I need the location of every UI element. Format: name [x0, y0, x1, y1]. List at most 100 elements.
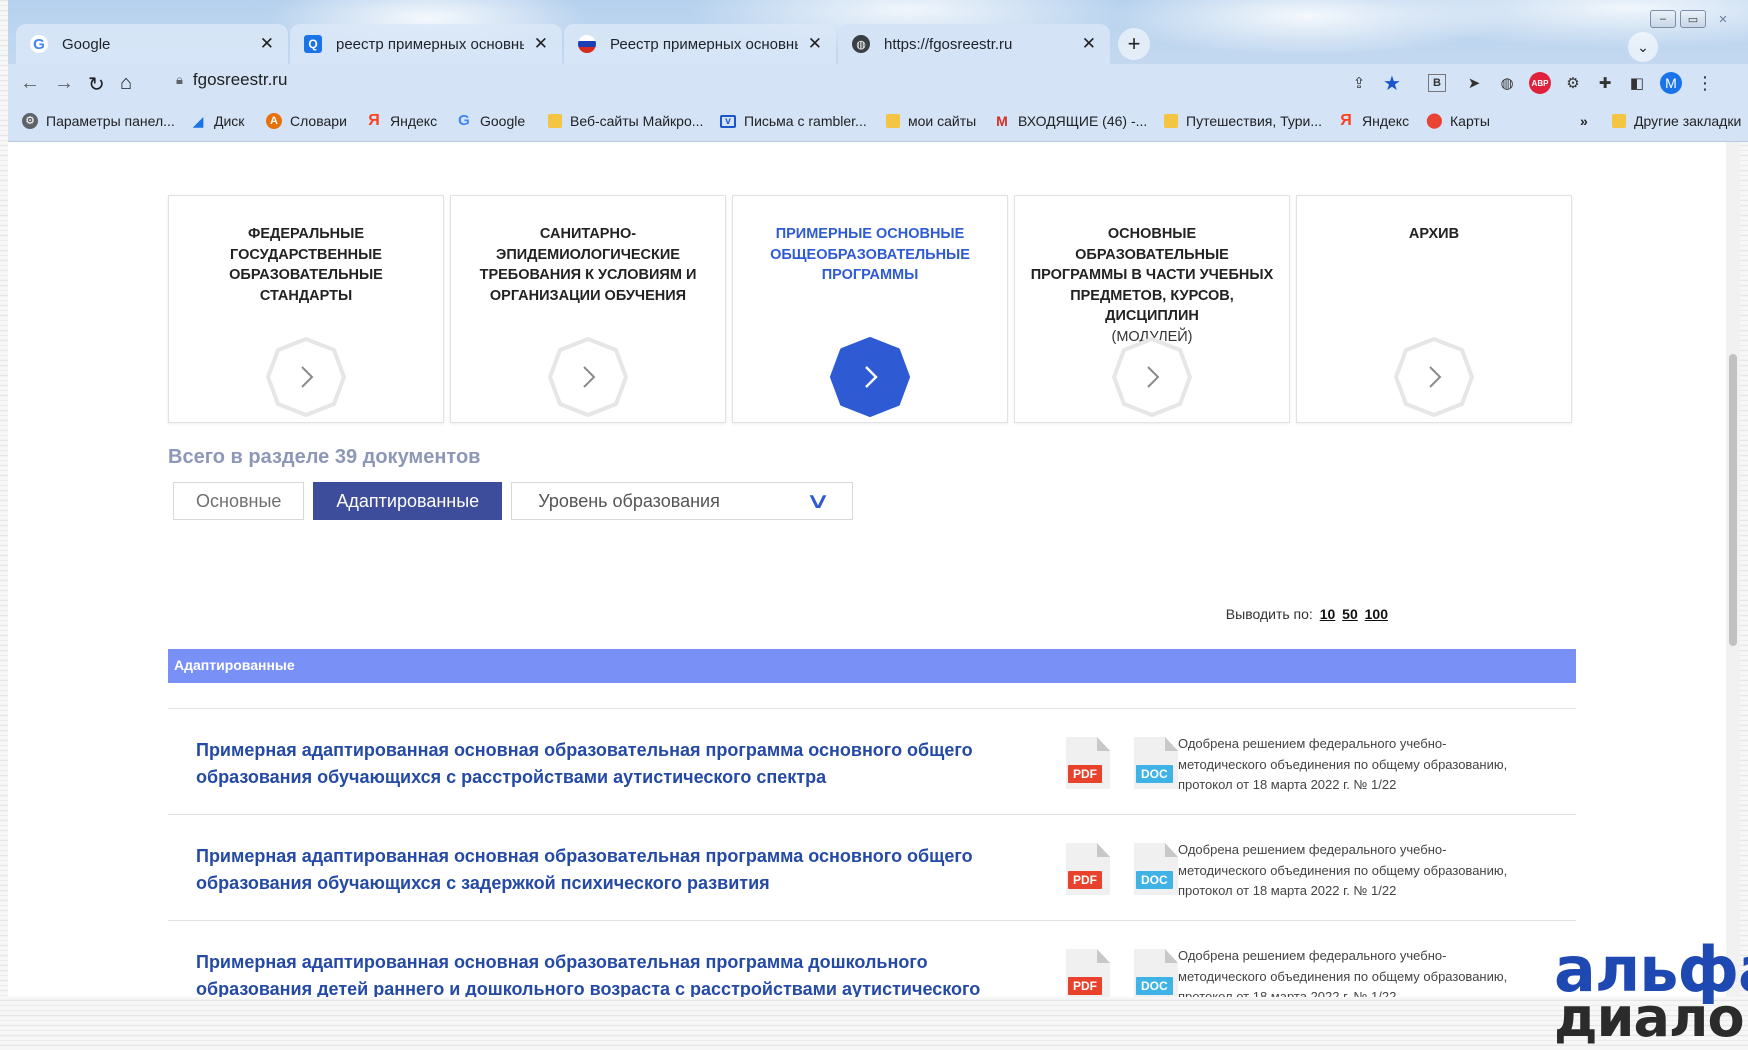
per-page-100-link[interactable]: 100 [1365, 606, 1388, 622]
per-page-10-link[interactable]: 10 [1320, 606, 1336, 622]
folder-icon [1612, 114, 1626, 128]
bookmark-item[interactable]: G Google [456, 113, 525, 130]
page-scrollbar[interactable] [1726, 142, 1740, 997]
disk-icon: ◢ [192, 113, 204, 129]
menu-icon[interactable]: ⋮ [1694, 72, 1716, 94]
profile-avatar[interactable]: M [1660, 72, 1682, 94]
bookmark-item[interactable]: M ВХОДЯЩИЕ (46) -... [994, 113, 1147, 129]
per-page-control: Выводить по: 10 50 100 [1226, 606, 1388, 622]
yandex-icon: Я [1340, 112, 1352, 129]
address-bar[interactable]: 🔒︎ fgosreestr.ru [176, 70, 287, 90]
document-list: Примерная адаптированная основная образо… [168, 708, 1576, 997]
extension-globe-icon[interactable]: ◍ [1496, 72, 1518, 94]
russia-flag-icon [578, 35, 596, 53]
category-card-fgos[interactable]: ФЕДЕРАЛЬНЫЕ ГОСУДАРСТВЕННЫЕ ОБРАЗОВАТЕЛЬ… [168, 195, 444, 423]
scrollbar-thumb[interactable] [1729, 354, 1737, 646]
arrow-right-icon[interactable] [547, 336, 629, 418]
pdf-download-icon[interactable]: PDF [1066, 949, 1112, 997]
bookmark-item[interactable]: мои сайты [886, 113, 976, 129]
bookmark-item[interactable]: Я Яндекс [1338, 112, 1409, 130]
reload-icon[interactable]: ↻ [88, 72, 105, 97]
yandex-icon: Я [368, 112, 380, 129]
maps-icon: ⬤ [1426, 112, 1443, 129]
education-level-select[interactable]: Уровень образования ∨ [511, 482, 854, 520]
bookmark-item[interactable]: ⬤ Карты [1426, 112, 1490, 130]
browser-tab-search[interactable]: Q реестр примерных основных об ✕ [290, 24, 562, 64]
adblock-plus-icon[interactable]: ABP [1529, 72, 1551, 94]
extension-cursor-icon[interactable]: ➤ [1463, 72, 1485, 94]
bookmark-item[interactable]: Веб-сайты Майкро... [548, 113, 703, 129]
home-icon[interactable]: ⌂ [120, 72, 132, 95]
minimize-icon[interactable]: – [1650, 10, 1676, 28]
document-title-link[interactable]: Примерная адаптированная основная образо… [196, 949, 1016, 997]
doc-download-icon[interactable]: DOC [1134, 737, 1180, 789]
bookmark-item[interactable]: ◢ Диск [190, 113, 245, 129]
document-title-link[interactable]: Примерная адаптированная основная образо… [196, 737, 1016, 791]
tab-title: реестр примерных основных об [336, 35, 524, 53]
lock-icon: 🔒︎ [176, 72, 183, 87]
more-bookmarks-icon[interactable]: » [1580, 113, 1588, 129]
category-card-archive[interactable]: АРХИВ [1296, 195, 1572, 423]
arrow-right-icon[interactable] [1393, 336, 1475, 418]
arrow-right-icon[interactable] [265, 336, 347, 418]
category-card-subject-programs[interactable]: ОСНОВНЫЕ ОБРАЗОВАТЕЛЬНЫЕ ПРОГРАММЫ В ЧАС… [1014, 195, 1290, 423]
bookmark-item[interactable]: A Словари [266, 113, 347, 129]
pdf-download-icon[interactable]: PDF [1066, 843, 1112, 895]
pdf-label: PDF [1068, 765, 1102, 783]
section-header: Адаптированные [168, 649, 1576, 683]
filter-main-button[interactable]: Основные [173, 482, 305, 520]
close-tab-icon[interactable]: ✕ [534, 34, 548, 54]
document-count: Всего в разделе 39 документов [168, 446, 481, 468]
other-bookmarks[interactable]: Другие закладки [1612, 113, 1741, 129]
card-title: ФЕДЕРАЛЬНЫЕ ГОСУДАРСТВЕННЫЕ ОБРАЗОВАТЕЛЬ… [229, 226, 383, 304]
folder-icon [548, 114, 562, 128]
browser-tab-registry[interactable]: Реестр примерных основных ад ✕ [564, 24, 836, 64]
doc-download-icon[interactable]: DOC [1134, 949, 1180, 997]
bookmark-star-icon[interactable]: ★ [1381, 72, 1403, 95]
doc-label: DOC [1136, 871, 1173, 889]
settings-icon: ⚙ [22, 113, 38, 129]
mail-icon: v [720, 114, 736, 128]
search-icon: Q [304, 35, 322, 53]
browser-tab-fgosreestr[interactable]: ◍ https://fgosreestr.ru ✕ [838, 24, 1110, 64]
browser-tab-google[interactable]: G Google ✕ [16, 24, 288, 64]
back-icon[interactable]: ← [20, 72, 40, 95]
close-tab-icon[interactable]: ✕ [808, 34, 822, 54]
tab-title: https://fgosreestr.ru [884, 35, 1013, 53]
filter-adapted-button[interactable]: Адаптированные [313, 482, 503, 520]
forward-icon[interactable]: → [54, 72, 74, 95]
close-tab-icon[interactable]: ✕ [1082, 34, 1096, 54]
share-icon[interactable]: ⇪ [1348, 72, 1370, 94]
bookmark-item[interactable]: ⚙ Параметры панел... [22, 113, 175, 129]
arrow-right-icon[interactable] [829, 336, 911, 418]
browser-toolbar: ← → ↻ ⌂ 🔒︎ fgosreestr.ru ⇪ ★ B ➤ ◍ ABP ⚙… [8, 64, 1748, 104]
window-controls: – ▭ ✕ [1650, 10, 1736, 28]
extensions-puzzle-icon[interactable]: ✚ [1594, 72, 1616, 94]
folder-icon [1164, 114, 1178, 128]
document-title-link[interactable]: Примерная адаптированная основная образо… [196, 843, 1016, 897]
bookmark-item[interactable]: v Письма с rambler... [720, 113, 867, 129]
category-card-sanpin[interactable]: САНИТАРНО-ЭПИДЕМИОЛОГИЧЕСКИЕ ТРЕБОВАНИЯ … [450, 195, 726, 423]
logo-line-2: диалог [1554, 985, 1748, 1049]
pdf-download-icon[interactable]: PDF [1066, 737, 1112, 789]
maximize-icon[interactable]: ▭ [1680, 10, 1706, 28]
bookmark-item[interactable]: Я Яндекс [366, 112, 437, 130]
arrow-right-icon[interactable] [1111, 336, 1193, 418]
per-page-label: Выводить по: [1225, 606, 1313, 622]
per-page-50-link[interactable]: 50 [1342, 606, 1358, 622]
side-panel-icon[interactable]: ◧ [1626, 72, 1648, 94]
category-card-programs[interactable]: ПРИМЕРНЫЕ ОСНОВНЫЕ ОБЩЕОБРАЗОВАТЕЛЬНЫЕ П… [732, 195, 1008, 423]
extension-b-icon[interactable]: B [1428, 74, 1446, 92]
web-page: ФЕДЕРАЛЬНЫЕ ГОСУДАРСТВЕННЫЕ ОБРАЗОВАТЕЛЬ… [8, 142, 1740, 997]
pdf-label: PDF [1068, 977, 1102, 995]
close-window-icon[interactable]: ✕ [1710, 10, 1736, 28]
tab-search-chevron-icon[interactable]: ⌄ [1628, 32, 1658, 62]
doc-download-icon[interactable]: DOC [1134, 843, 1180, 895]
google-icon: G [30, 35, 48, 53]
close-tab-icon[interactable]: ✕ [260, 34, 274, 54]
bookmark-item[interactable]: Путешествия, Тури... [1164, 113, 1322, 129]
folder-icon [886, 114, 900, 128]
new-tab-button[interactable]: + [1118, 28, 1150, 60]
approval-note: Одобрена решением федерального учебно-ме… [1178, 736, 1508, 792]
extension-translate-icon[interactable]: ⚙ [1562, 72, 1584, 94]
